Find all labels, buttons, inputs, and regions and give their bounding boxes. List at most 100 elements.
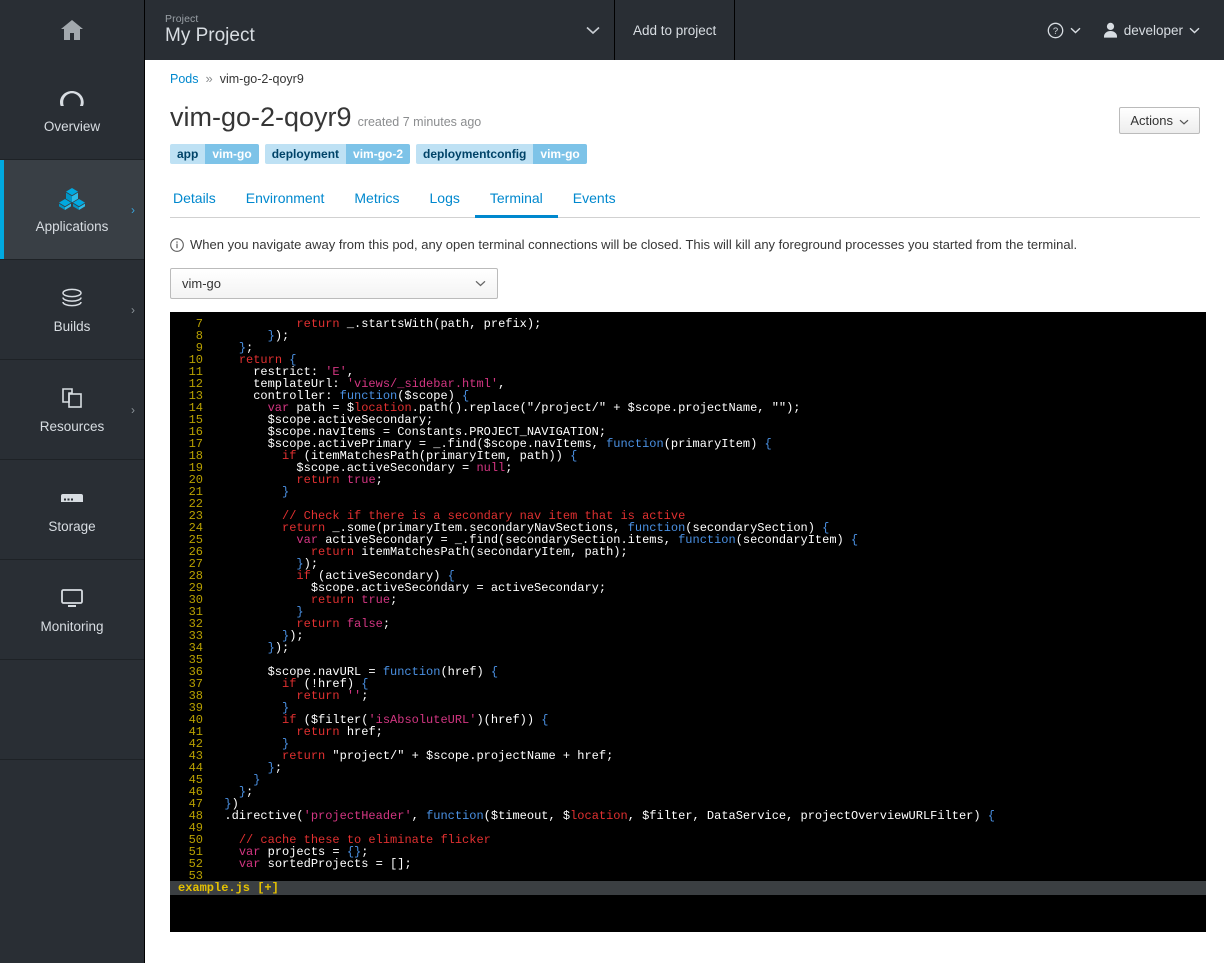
page-title-block: vim-go-2-qoyr9created 7 minutes ago appv… [170, 103, 1119, 164]
label-key: deployment [265, 144, 346, 164]
breadcrumb-current: vim-go-2-qoyr9 [220, 72, 304, 86]
chevron-down-icon [475, 276, 486, 290]
tab-bar: Details Environment Metrics Logs Termina… [170, 183, 1200, 218]
tab-events[interactable]: Events [558, 183, 631, 218]
project-name: My Project [165, 26, 586, 46]
sidebar-item-storage[interactable]: Storage [0, 460, 144, 560]
terminal-line: 18 if (itemMatchesPath(primaryItem, path… [170, 450, 1206, 462]
labels-row: appvim-go deploymentvim-go-2 deploymentc… [170, 144, 1119, 164]
sidebar-item-overview[interactable]: Overview [0, 60, 144, 160]
add-to-project-button[interactable]: Add to project [615, 0, 735, 60]
breadcrumb-link-pods[interactable]: Pods [170, 72, 199, 86]
terminal-line: 13 controller: function($scope) { [170, 390, 1206, 402]
tab-details[interactable]: Details [170, 183, 231, 218]
line-text: return href; [210, 726, 383, 738]
line-number: 8 [170, 330, 210, 342]
line-text: return true; [210, 594, 397, 606]
project-selector[interactable]: Project My Project [145, 0, 615, 60]
line-text: if (activeSecondary) { [210, 570, 455, 582]
user-menu[interactable]: developer [1095, 0, 1208, 60]
sidebar-item-applications[interactable]: Applications › [0, 160, 144, 260]
tab-environment[interactable]: Environment [231, 183, 340, 218]
line-number: 51 [170, 846, 210, 858]
sidebar-item-builds[interactable]: Builds › [0, 260, 144, 360]
line-text: return _.startsWith(path, prefix); [210, 318, 541, 330]
tab-logs[interactable]: Logs [415, 183, 475, 218]
label-deployment[interactable]: deploymentvim-go-2 [265, 144, 410, 164]
line-text: return false; [210, 618, 390, 630]
line-text: }; [210, 762, 282, 774]
label-key: app [170, 144, 205, 164]
line-text: $scope.navURL = function(href) { [210, 666, 498, 678]
label-deploymentconfig[interactable]: deploymentconfigvim-go [416, 144, 587, 164]
terminal-line: 32 return false; [170, 618, 1206, 630]
line-number: 22 [170, 498, 210, 510]
terminal-line: 35 [170, 654, 1206, 666]
terminal-line: 41 return href; [170, 726, 1206, 738]
terminal-line: 7 return _.startsWith(path, prefix); [170, 318, 1206, 330]
sidebar-item-monitoring[interactable]: Monitoring [0, 560, 144, 660]
line-text: if ($filter('isAbsoluteURL')(href)) { [210, 714, 548, 726]
svg-text:?: ? [1053, 26, 1058, 37]
page-title: vim-go-2-qoyr9 [170, 102, 352, 132]
main-content: Pods » vim-go-2-qoyr9 vim-go-2-qoyr9crea… [146, 60, 1224, 963]
line-number: 26 [170, 546, 210, 558]
line-text: } [210, 702, 289, 714]
terminal-line: 34 }); [170, 642, 1206, 654]
line-number: 50 [170, 834, 210, 846]
help-chevron-down-icon [1070, 27, 1081, 34]
line-text: $scope.navItems = Constants.PROJECT_NAVI… [210, 426, 606, 438]
line-text: return true; [210, 474, 383, 486]
line-number: 41 [170, 726, 210, 738]
line-number: 42 [170, 738, 210, 750]
label-app[interactable]: appvim-go [170, 144, 259, 164]
line-number: 36 [170, 666, 210, 678]
line-number: 33 [170, 630, 210, 642]
chevron-right-icon: › [131, 403, 135, 417]
line-text: } [210, 606, 304, 618]
terminal-line: 52 var sortedProjects = []; [170, 858, 1206, 870]
line-number: 11 [170, 366, 210, 378]
storage-icon [59, 486, 85, 512]
terminal-warning-text: When you navigate away from this pod, an… [190, 237, 1077, 252]
cubes-icon [58, 186, 86, 212]
line-number: 49 [170, 822, 210, 834]
line-number: 39 [170, 702, 210, 714]
line-text: } [210, 738, 289, 750]
copy-icon [60, 386, 84, 412]
label-value: vim-go [533, 144, 586, 164]
actions-button[interactable]: Actions [1119, 107, 1200, 134]
container-select[interactable]: vim-go [170, 268, 498, 299]
page-created-timestamp: created 7 minutes ago [358, 115, 482, 129]
tab-metrics[interactable]: Metrics [339, 183, 414, 218]
line-text: if (!href) { [210, 678, 368, 690]
terminal-line: 28 if (activeSecondary) { [170, 570, 1206, 582]
line-number: 47 [170, 798, 210, 810]
terminal-line: 43 return "project/" + $scope.projectNam… [170, 750, 1206, 762]
line-text: }); [210, 330, 289, 342]
line-number: 30 [170, 594, 210, 606]
project-kicker: Project [165, 14, 586, 25]
masthead-spacer [735, 0, 1038, 60]
terminal-line: 26 return itemMatchesPath(secondaryItem,… [170, 546, 1206, 558]
help-menu[interactable]: ? [1039, 0, 1089, 60]
terminal-line: 8 }); [170, 330, 1206, 342]
line-number: 13 [170, 390, 210, 402]
page-title-row: vim-go-2-qoyr9created 7 minutes ago appv… [170, 103, 1200, 164]
line-text: }); [210, 630, 304, 642]
terminal-pane[interactable]: 7 return _.startsWith(path, prefix);8 })… [170, 312, 1206, 932]
sidebar-item-label: Overview [44, 119, 100, 134]
home-button[interactable] [0, 0, 145, 60]
line-number: 38 [170, 690, 210, 702]
terminal-line: 50 // cache these to eliminate flicker [170, 834, 1206, 846]
terminal-line: 21 } [170, 486, 1206, 498]
line-number: 48 [170, 810, 210, 822]
terminal-line: 36 $scope.navURL = function(href) { [170, 666, 1206, 678]
line-number: 40 [170, 714, 210, 726]
masthead: Project My Project Add to project ? deve… [0, 0, 1224, 60]
line-number: 20 [170, 474, 210, 486]
tab-terminal[interactable]: Terminal [475, 183, 558, 218]
sidebar-item-resources[interactable]: Resources › [0, 360, 144, 460]
masthead-right-group: ? developer [1039, 0, 1224, 60]
terminal-line: 46 }; [170, 786, 1206, 798]
